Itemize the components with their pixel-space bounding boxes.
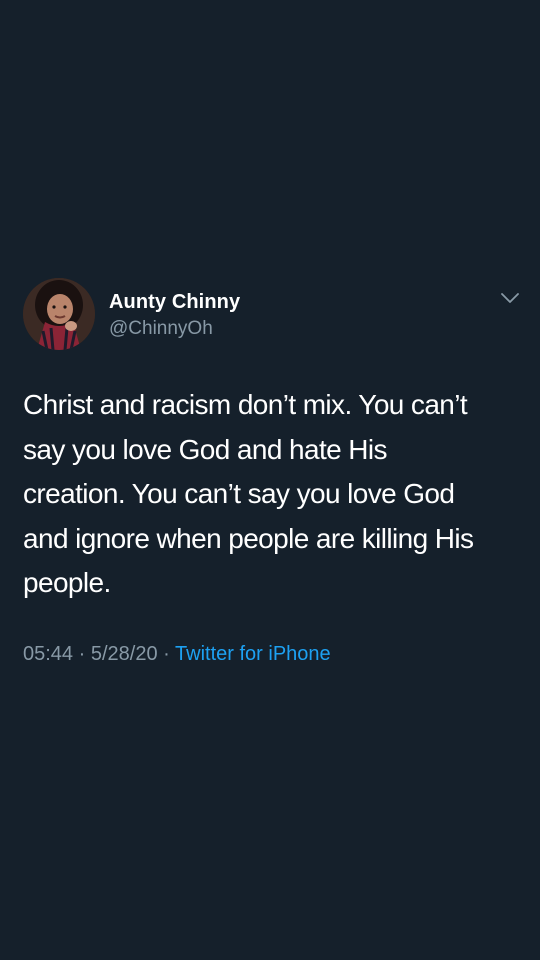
tweet-source-link[interactable]: Twitter for iPhone <box>175 643 331 665</box>
tweet-header: Aunty Chinny @ChinnyOh <box>0 276 540 354</box>
meta-separator: · <box>78 643 86 665</box>
tweet-card[interactable]: Aunty Chinny @ChinnyOh Christ and racism… <box>0 276 540 665</box>
tweet-meta: 05:44 · 5/28/20 · Twitter for iPhone <box>23 640 331 668</box>
tweet-screen: Aunty Chinny @ChinnyOh Christ and racism… <box>0 0 540 960</box>
avatar[interactable] <box>23 278 95 350</box>
author-names[interactable]: Aunty Chinny @ChinnyOh <box>109 289 240 342</box>
user-handle[interactable]: @ChinnyOh <box>109 316 240 342</box>
meta-separator: · <box>163 643 170 665</box>
tweet-text: Christ and racism don’t mix. You can’t s… <box>23 389 474 598</box>
tweet-date[interactable]: 5/28/20 <box>91 643 158 665</box>
tweet-time[interactable]: 05:44 <box>23 643 73 665</box>
chevron-down-icon[interactable] <box>500 290 520 306</box>
profile-photo-icon <box>23 278 95 350</box>
display-name[interactable]: Aunty Chinny <box>109 289 240 315</box>
